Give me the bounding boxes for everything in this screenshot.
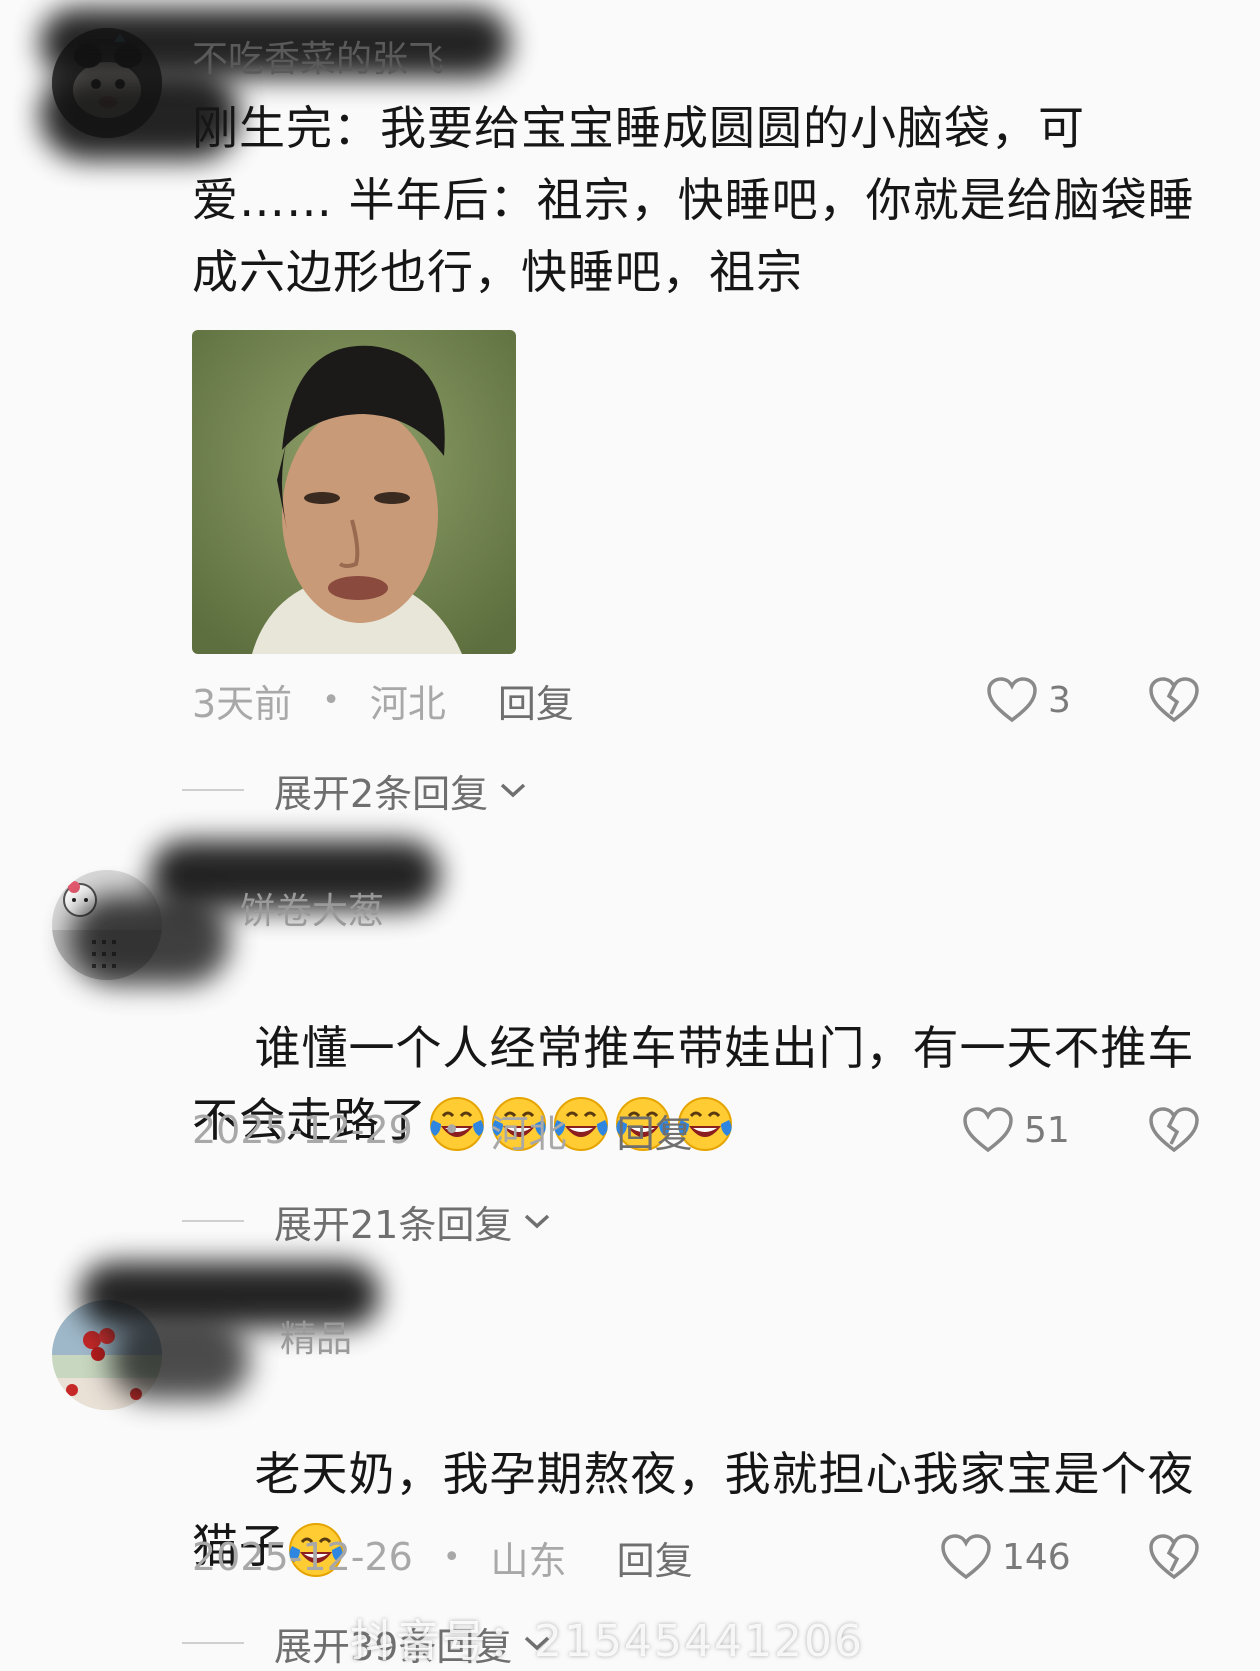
comment-time: 2025-12-26 — [192, 1535, 413, 1579]
comment-time: 3天前 — [192, 681, 293, 726]
meta-separator: • — [442, 1112, 461, 1148]
dislike-button[interactable] — [1148, 1104, 1200, 1156]
reply-button[interactable]: 回复 — [617, 1103, 693, 1158]
dislike-button[interactable] — [1148, 1531, 1200, 1583]
comment-text: 谁懂一个人经常推车带娃出门，有一天不推车不会走路了 — [192, 940, 1202, 1228]
expand-replies-button[interactable]: 展开2条回复 — [182, 765, 528, 816]
watermark: 抖音号：21545441206 — [350, 1616, 864, 1667]
reply-button[interactable]: 回复 — [498, 673, 574, 728]
comment-image[interactable] — [192, 330, 516, 654]
heart-outline-icon — [963, 1107, 1013, 1153]
meta-separator: • — [322, 682, 340, 718]
comment-meta: 2025-12-29 • 河北 回复 — [192, 1100, 693, 1160]
meta-separator: • — [442, 1539, 461, 1575]
like-button[interactable]: 3 — [986, 670, 1071, 730]
chevron-down-icon — [525, 1214, 550, 1229]
chevron-down-icon — [501, 783, 526, 798]
broken-heart-icon — [1149, 1107, 1199, 1153]
divider-line — [182, 1220, 244, 1222]
comment-meta: 3天前 • 河北 回复 — [192, 670, 574, 730]
username[interactable]: 精品 — [280, 1310, 352, 1362]
broken-heart-icon — [1149, 677, 1199, 723]
like-count: 51 — [1024, 1109, 1070, 1151]
comment-location: 河北 — [490, 1111, 567, 1156]
divider-line — [182, 1642, 244, 1644]
comment-location: 山东 — [490, 1538, 567, 1583]
reply-button[interactable]: 回复 — [617, 1530, 693, 1585]
username[interactable]: 饼卷大葱 — [240, 882, 384, 934]
meme-photo — [192, 330, 516, 654]
divider-line — [182, 789, 244, 791]
like-count: 3 — [1048, 679, 1071, 721]
comment-time: 2025-12-29 — [192, 1108, 413, 1152]
heart-outline-icon — [941, 1534, 991, 1580]
expand-replies-button[interactable]: 展开21条回复 — [182, 1196, 552, 1247]
comment-text: 刚生完：我要给宝宝睡成圆圆的小脑袋，可爱…… 半年后：祖宗，快睡吧，你就是给脑袋… — [192, 101, 1195, 299]
comment-meta: 2025-12-26 • 山东 回复 — [192, 1527, 693, 1587]
username[interactable]: 不吃香菜的张飞 — [192, 30, 444, 82]
like-button[interactable]: 146 — [940, 1527, 1071, 1587]
expand-replies-label: 展开21条回复 — [274, 1202, 513, 1247]
like-count: 146 — [1002, 1536, 1071, 1578]
expand-replies-label: 展开2条回复 — [274, 771, 489, 816]
heart-outline-icon — [987, 677, 1037, 723]
broken-heart-icon — [1149, 1534, 1199, 1580]
dislike-button[interactable] — [1148, 674, 1200, 726]
like-button[interactable]: 51 — [962, 1100, 1070, 1160]
comment-location: 河北 — [369, 681, 446, 726]
